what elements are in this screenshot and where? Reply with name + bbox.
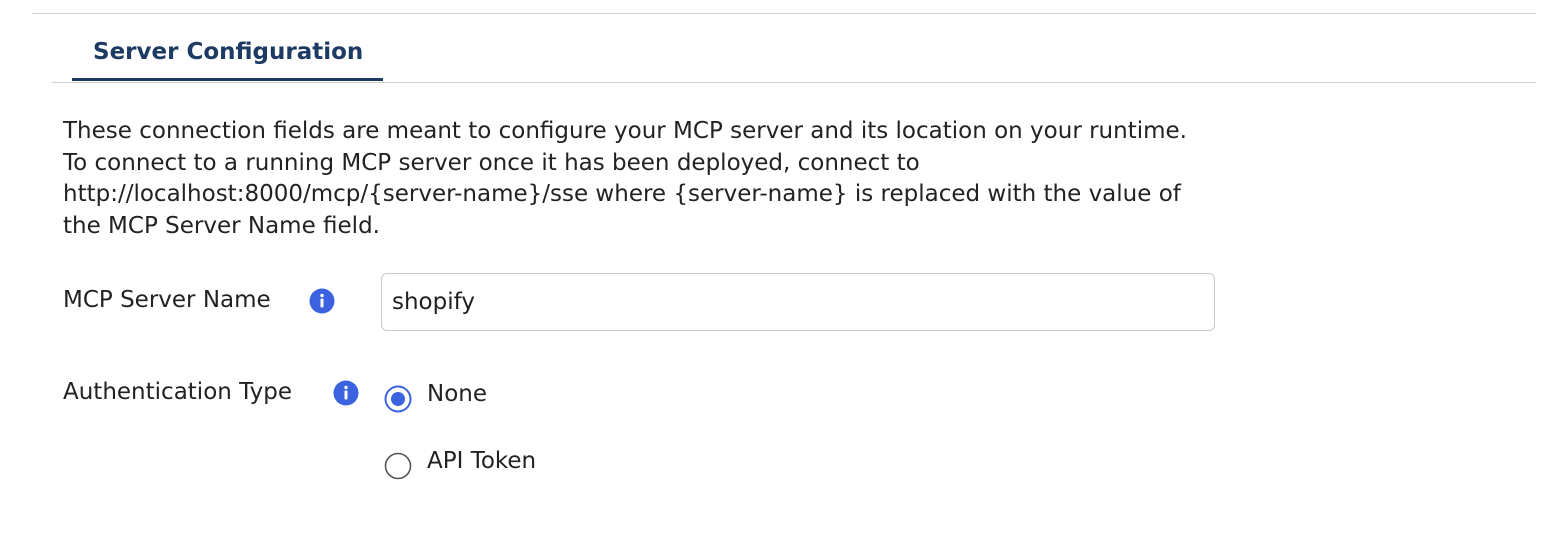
- radio-selected-icon[interactable]: [384, 385, 412, 413]
- info-icon[interactable]: [333, 380, 359, 406]
- description-line: the MCP Server Name field.: [63, 212, 380, 239]
- top-divider: [32, 13, 1536, 14]
- tab-server-configuration[interactable]: Server Configuration: [72, 34, 383, 81]
- auth-option-label: None: [427, 381, 488, 407]
- server-name-label: MCP Server Name: [63, 287, 271, 313]
- description-line: http://localhost:8000/mcp/{server-name}/…: [63, 181, 1181, 207]
- auth-option-label: API Token: [427, 448, 537, 474]
- info-icon[interactable]: [309, 288, 335, 314]
- auth-type-label: Authentication Type: [63, 379, 292, 405]
- description-line: These connection fields are meant to con…: [63, 118, 1187, 144]
- tab-label: Server Configuration: [93, 39, 364, 65]
- connection-description: These connection fields are meant to con…: [63, 116, 1303, 242]
- description-line: To connect to a running MCP server once …: [63, 149, 920, 176]
- server-name-input[interactable]: [381, 273, 1215, 331]
- radio-unselected-icon[interactable]: [384, 452, 412, 480]
- tab-bar: Server Configuration: [52, 34, 1536, 83]
